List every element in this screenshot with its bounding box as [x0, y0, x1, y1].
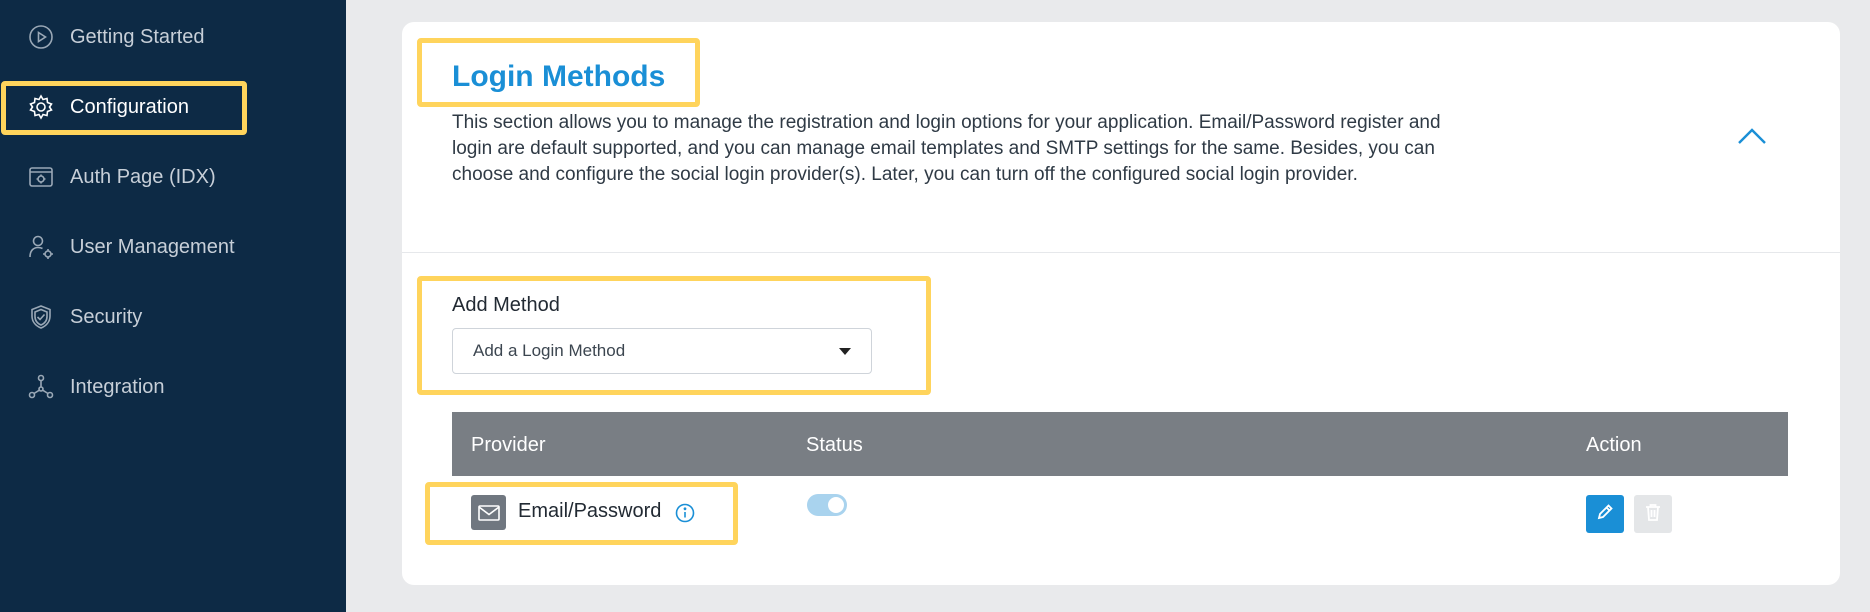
table-row: Email/Password — [452, 476, 1788, 556]
divider — [402, 252, 1840, 253]
sidebar-item-label: Security — [70, 305, 143, 328]
add-method-select[interactable]: Add a Login Method — [452, 328, 872, 374]
sidebar-item-user-management[interactable]: User Management — [0, 212, 346, 282]
trash-icon — [1644, 502, 1662, 527]
status-toggle[interactable] — [807, 494, 847, 516]
section-description: This section allows you to manage the re… — [452, 112, 1441, 185]
pencil-icon — [1595, 502, 1615, 527]
sidebar-item-label: User Management — [70, 235, 235, 258]
column-header-status: Status — [806, 434, 863, 456]
delete-button[interactable] — [1634, 495, 1672, 533]
info-icon[interactable] — [674, 502, 696, 524]
edit-button[interactable] — [1586, 495, 1624, 533]
sidebar-item-configuration[interactable]: Configuration — [0, 72, 346, 142]
add-method-label: Add Method — [452, 294, 560, 316]
sidebar-item-auth-page[interactable]: Auth Page (IDX) — [0, 142, 346, 212]
collapse-button[interactable] — [1732, 118, 1772, 158]
sidebar-item-getting-started[interactable]: Getting Started — [0, 2, 346, 72]
column-header-provider: Provider — [471, 434, 546, 456]
auth-page-icon — [26, 162, 56, 192]
page-title: Login Methods — [452, 60, 666, 93]
chevron-up-icon — [1736, 126, 1768, 151]
integration-icon — [26, 372, 56, 402]
gear-icon — [26, 92, 56, 122]
shield-icon — [26, 302, 56, 332]
login-methods-card: Login Methods This section allows you to… — [402, 22, 1840, 585]
column-header-action: Action — [1586, 434, 1642, 456]
sidebar-item-security[interactable]: Security — [0, 282, 346, 352]
sidebar-item-label: Configuration — [70, 95, 189, 118]
caret-down-icon — [839, 348, 851, 355]
user-gear-icon — [26, 232, 56, 262]
sidebar-item-label: Auth Page (IDX) — [70, 165, 216, 188]
mail-icon — [471, 495, 506, 530]
play-circle-icon — [26, 22, 56, 52]
sidebar-item-integration[interactable]: Integration — [0, 352, 346, 422]
select-placeholder: Add a Login Method — [473, 341, 626, 360]
sidebar: Getting Started Configuration Auth Page … — [0, 0, 346, 612]
sidebar-item-label: Integration — [70, 375, 165, 398]
sidebar-item-label: Getting Started — [70, 25, 205, 48]
table-header: Provider Status Action — [452, 412, 1788, 476]
toggle-knob — [828, 497, 844, 513]
provider-name: Email/Password — [518, 500, 662, 522]
